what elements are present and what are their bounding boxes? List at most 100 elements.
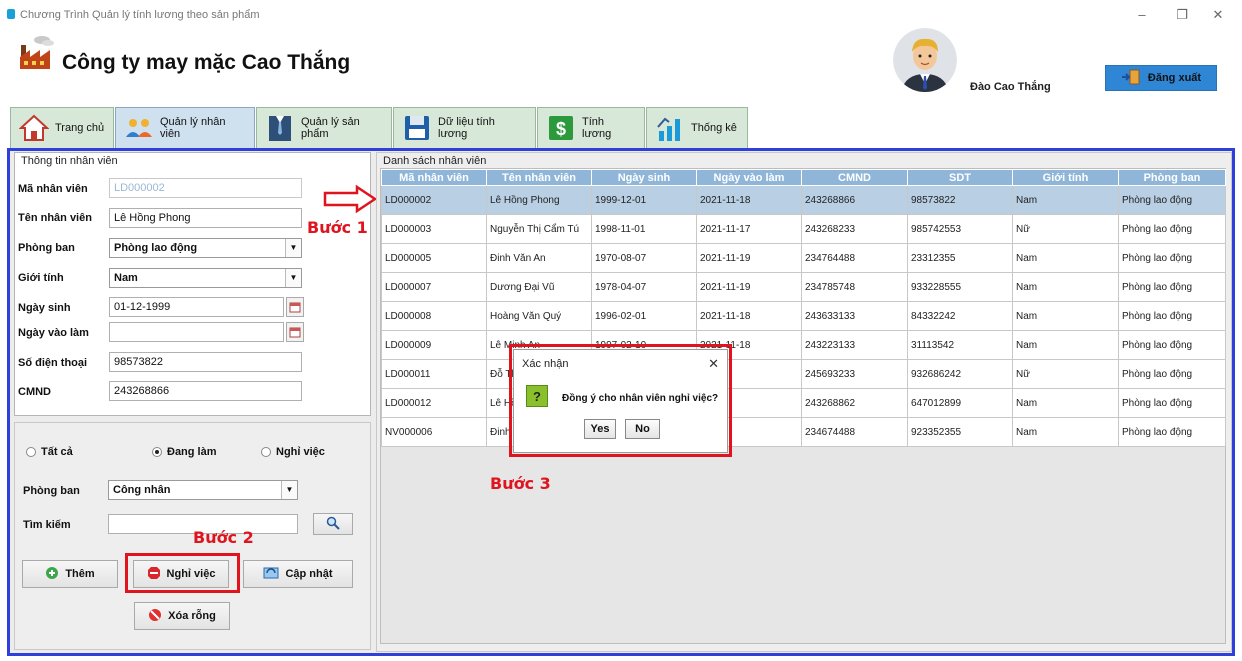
table-header: Mã nhân viên Tên nhân viên Ngày sinh Ngà… (381, 169, 1226, 186)
table-row[interactable]: LD000003 Nguyễn Thị Cẩm Tú 1998-11-01 2021-… (381, 214, 1226, 244)
table-cell: Lê Hồng Phong (486, 185, 592, 215)
table-cell: LD000012 (381, 388, 487, 418)
add-button[interactable]: Thêm (22, 560, 118, 588)
window-titlebar: Chương Trình Quản lý tính lương theo sản… (0, 0, 1242, 30)
home-icon (19, 113, 49, 143)
radio-quit[interactable]: Nghỉ việc (261, 446, 325, 458)
question-icon: ? (526, 385, 548, 407)
table-cell: 234785748 (801, 272, 908, 302)
column-header[interactable]: Phòng ban (1118, 169, 1226, 186)
table-cell: Phòng lao động (1118, 330, 1226, 360)
dollar-icon: $ (546, 113, 576, 143)
table-row[interactable]: LD000005 Đinh Văn An 1970-08-07 2021-11-19 2… (381, 243, 1226, 273)
calendar-icon[interactable] (286, 322, 304, 342)
chevron-down-icon[interactable]: ▼ (285, 269, 301, 287)
filter-dept-select[interactable]: Công nhân ▼ (108, 480, 298, 500)
clear-button[interactable]: Xóa rỗng (134, 602, 230, 630)
tab-employees[interactable]: Quản lý nhân viên (115, 107, 255, 148)
table-cell: Phòng lao động (1118, 417, 1226, 447)
phone-field[interactable]: 98573822 (109, 352, 302, 372)
column-header[interactable]: Ngày vào làm (696, 169, 802, 186)
yes-button[interactable]: Yes (584, 419, 616, 439)
chevron-down-icon[interactable]: ▼ (285, 239, 301, 257)
table-cell: 23312355 (907, 243, 1013, 273)
column-header[interactable]: Ngày sinh (591, 169, 697, 186)
cmnd-label: CMND (18, 386, 51, 398)
gender-value: Nam (114, 272, 138, 284)
table-row[interactable]: LD000007 Dương Đại Vũ 1978-04-07 2021-11-19… (381, 272, 1226, 302)
department-value: Phòng lao động (114, 242, 198, 254)
tab-home-label: Trang chủ (55, 122, 105, 134)
column-header[interactable]: SDT (907, 169, 1013, 186)
employee-table-viewport: Mã nhân viên Tên nhân viên Ngày sinh Ngà… (380, 168, 1226, 644)
confirm-dialog: Xác nhận ✕ ? Đồng ý cho nhân viên nghỉ v… (513, 349, 728, 453)
department-select[interactable]: Phòng lao động ▼ (109, 238, 302, 258)
table-cell: LD000008 (381, 301, 487, 331)
minimize-icon[interactable]: – (1130, 6, 1154, 24)
table-cell: 1970-08-07 (591, 243, 697, 273)
radio-dot (261, 447, 271, 457)
birth-date-field[interactable]: 01-12-1999 (109, 297, 284, 317)
table-cell: 2021-11-18 (696, 301, 802, 331)
tab-payroll[interactable]: $ Tính lương (537, 107, 645, 148)
table-cell: 647012899 (907, 388, 1013, 418)
update-button[interactable]: Cập nhật (243, 560, 353, 588)
table-cell: 245693233 (801, 359, 908, 389)
no-button[interactable]: No (625, 419, 660, 439)
table-cell: 2021-11-17 (696, 214, 802, 244)
shirt-icon (265, 113, 295, 143)
employee-id-label: Mã nhân viên (18, 183, 88, 195)
chevron-down-icon[interactable]: ▼ (281, 481, 297, 499)
tab-products[interactable]: Quản lý sản phẩm (256, 107, 392, 148)
table-cell: LD000003 (381, 214, 487, 244)
table-cell: 243633133 (801, 301, 908, 331)
add-icon (45, 566, 59, 583)
tab-home[interactable]: Trang chủ (10, 107, 114, 148)
table-cell: 2021-11-18 (696, 185, 802, 215)
column-header[interactable]: Giới tính (1012, 169, 1119, 186)
cmnd-field[interactable]: 243268866 (109, 381, 302, 401)
employee-name-field[interactable]: Lê Hồng Phong (109, 208, 302, 228)
table-cell: Nam (1012, 272, 1119, 302)
no-entry-icon (148, 608, 162, 625)
step-1-label: Bước 1 (307, 218, 368, 237)
radio-all[interactable]: Tất cả (26, 446, 73, 458)
logout-button[interactable]: Đăng xuất (1105, 65, 1217, 91)
column-header[interactable]: CMND (801, 169, 908, 186)
table-cell: 243268866 (801, 185, 908, 215)
radio-working[interactable]: Đang làm (152, 446, 217, 458)
table-cell: Phòng lao động (1118, 185, 1226, 215)
table-row[interactable]: LD000008 Hoàng Văn Quý 1996-02-01 2021-11-1… (381, 301, 1226, 331)
step-2-label: Bước 2 (193, 528, 254, 547)
table-cell: 2021-11-19 (696, 272, 802, 302)
maximize-icon[interactable]: ❐ (1170, 6, 1194, 24)
tab-salary-data[interactable]: Dữ liệu tính lương (393, 107, 536, 148)
table-cell: 98573822 (907, 185, 1013, 215)
gender-select[interactable]: Nam ▼ (109, 268, 302, 288)
table-row[interactable]: LD000002 Lê Hồng Phong 1999-12-01 2021-11-1… (381, 185, 1226, 215)
tab-statistics[interactable]: Thống kê (646, 107, 748, 148)
table-cell: 243268862 (801, 388, 908, 418)
close-icon[interactable]: ✕ (708, 356, 719, 372)
start-date-field[interactable] (109, 322, 284, 342)
table-cell: Nam (1012, 330, 1119, 360)
column-header[interactable]: Mã nhân viên (381, 169, 487, 186)
employee-id-field[interactable]: LD000002 (109, 178, 302, 198)
chart-icon (655, 113, 685, 143)
column-header[interactable]: Tên nhân viên (486, 169, 592, 186)
table-cell: LD000007 (381, 272, 487, 302)
table-cell: 243268233 (801, 214, 908, 244)
quit-button[interactable]: Nghỉ việc (133, 560, 229, 588)
radio-dot (26, 447, 36, 457)
step-3-label: Bước 3 (490, 474, 551, 493)
search-button[interactable] (313, 513, 353, 535)
tab-products-label: Quản lý sản phẩm (301, 116, 360, 140)
employee-name-label: Tên nhân viên (18, 212, 92, 224)
table-cell: 932686242 (907, 359, 1013, 389)
svg-text:$: $ (556, 119, 566, 139)
company-name: Công ty may mặc Cao Thắng (62, 51, 351, 74)
calendar-icon[interactable] (286, 297, 304, 317)
table-cell: Nữ (1012, 214, 1119, 244)
close-icon[interactable]: ✕ (1206, 6, 1230, 24)
user-name: Đào Cao Thắng (970, 81, 1051, 93)
